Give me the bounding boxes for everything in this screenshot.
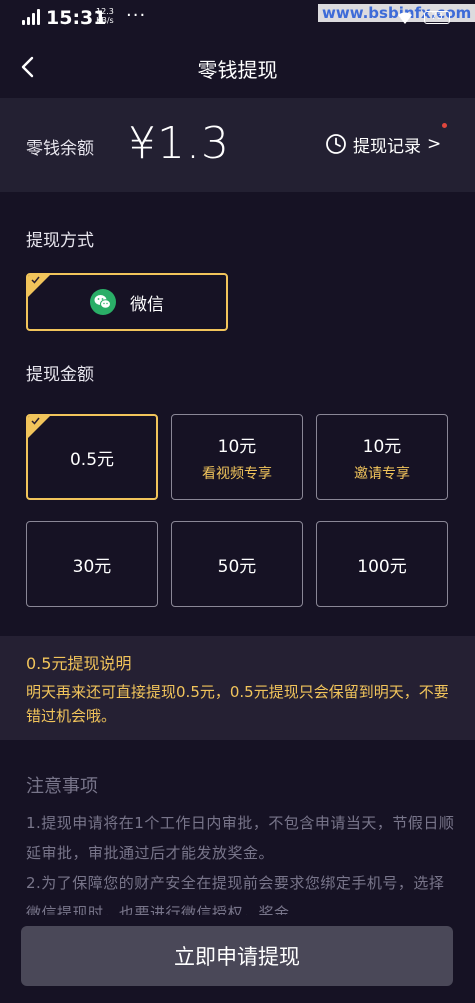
network-speed: 12.3 KB/s: [96, 7, 114, 25]
withdraw-records-link[interactable]: 提现记录 >: [325, 131, 441, 157]
amount-value: 50元: [217, 556, 257, 577]
page-title: 零钱提现: [197, 58, 278, 82]
notes-item: 1.提现申请将在1个工作日内审批，不包含申请当天，节假日顺延审批，审批通过后才能…: [26, 814, 455, 862]
explanation-panel: 0.5元提现说明 明天再来还可直接提现0.5元，0.5元提现只会保留到明天，不要…: [0, 636, 475, 740]
amount-value: 30元: [72, 556, 112, 577]
amount-section-label: 提现金额: [26, 365, 94, 385]
notification-dot: [442, 123, 447, 128]
balance-label: 零钱余额: [26, 139, 94, 159]
method-section-label: 提现方式: [26, 231, 94, 251]
network-speed-value: 12.3: [96, 7, 114, 16]
amount-option[interactable]: 10元 邀请专享: [316, 414, 448, 500]
status-bar: 15:31 12.3 KB/s ··· www.bsbinfx.com 73: [0, 0, 475, 36]
amount-value: 10元: [362, 436, 402, 457]
battery-icon: 73: [424, 11, 450, 24]
amount-option[interactable]: 0.5元: [26, 414, 158, 500]
withdraw-records-label: 提现记录: [353, 136, 421, 157]
method-option-wechat[interactable]: 微信: [26, 273, 228, 331]
amount-option[interactable]: 10元 看视频专享: [171, 414, 303, 500]
clock-icon: [326, 134, 346, 154]
notes-text: 1.提现申请将在1个工作日内审批，不包含申请当天，节假日顺延审批，审批通过后才能…: [26, 808, 456, 928]
watermark: www.bsbinfx.com: [318, 4, 475, 22]
amount-subtitle: 看视频专享: [202, 465, 272, 482]
method-option-label: 微信: [130, 294, 164, 315]
nav-bar: 零钱提现: [0, 36, 475, 98]
check-icon: [31, 276, 40, 284]
explanation-text: 明天再来还可直接提现0.5元，0.5元提现只会保留到明天，不要错过机会哦。: [26, 683, 449, 725]
explanation-title: 0.5元提现说明: [26, 654, 132, 673]
amount-subtitle: 邀请专享: [354, 465, 410, 482]
chevron-right-icon: >: [427, 134, 442, 154]
amount-option[interactable]: 50元: [171, 521, 303, 607]
amount-option[interactable]: 100元: [316, 521, 448, 607]
wifi-icon: [398, 12, 412, 24]
balance-value: ¥1.3: [128, 118, 230, 169]
network-speed-unit: KB/s: [96, 16, 114, 25]
amount-value: 10元: [217, 436, 257, 457]
amount-value: 0.5元: [69, 449, 115, 470]
balance-card: 零钱余额 ¥1.3 提现记录 >: [0, 98, 475, 192]
more-notifications-icon: ···: [126, 5, 147, 26]
apply-withdraw-button[interactable]: 立即申请提现: [21, 926, 453, 986]
amount-option[interactable]: 30元: [26, 521, 158, 607]
wechat-icon: [90, 289, 116, 315]
notes-title: 注意事项: [26, 776, 98, 797]
signal-icon: [22, 9, 44, 25]
check-icon: [31, 417, 40, 425]
amount-value: 100元: [357, 556, 407, 577]
